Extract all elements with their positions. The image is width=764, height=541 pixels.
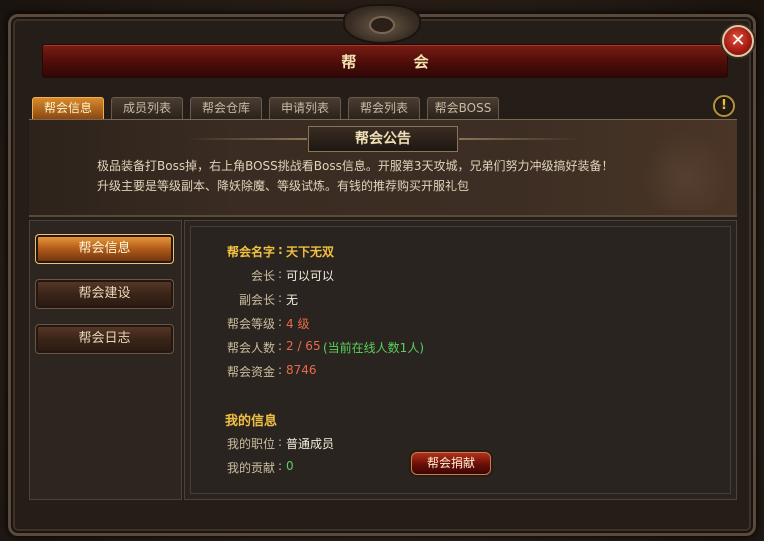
tab-guild-boss[interactable]: 帮会BOSS [427,97,499,119]
guild-members-label: 帮会人数 [226,341,275,355]
window-title: 帮 会 [341,53,455,71]
my-position-value: 普通成员 [286,437,335,451]
announcement-header: 帮会公告 [187,126,458,152]
demon-crest-ornament [343,4,421,44]
castle-decoration [641,130,731,210]
guild-level-label: 帮会等级 [226,317,275,331]
leader-label: 会长 [250,269,275,283]
tab-guild-info[interactable]: 帮会信息 [32,97,104,119]
tab-member-list[interactable]: 成员列表 [111,97,183,119]
announcement-line: 升级主要是等级副本、降妖除魔、等级试炼。有钱的推荐购买开服礼包 [97,179,470,193]
leader-value: 可以可以 [286,269,335,283]
guild-members-value: 2 / 65 [286,339,321,353]
tab-application-list[interactable]: 申请列表 [269,97,341,119]
title-bar: 帮 会 [42,44,728,78]
exclamation-icon[interactable]: ! [713,95,735,117]
sidebar-item-guild-info[interactable]: 帮会信息 [35,234,174,264]
guild-name-value: 天下无双 [286,245,335,259]
announcement-line: 极品装备打Boss掉，右上角BOSS挑战看Boss信息。开服第3天攻城，兄弟们努… [97,159,614,173]
tab-guild-warehouse[interactable]: 帮会仓库 [190,97,262,119]
online-count: (当前在线人数1人) [323,341,424,355]
guild-funds-label: 帮会资金 [226,365,275,379]
my-contribution-label: 我的贡献 [226,461,275,475]
guild-level-value: 4 级 [286,317,310,331]
guild-name-label: 帮会名字 [226,245,275,259]
my-position-label: 我的职位 [226,437,275,451]
my-contribution-value: 0 [286,459,294,473]
vice-leader-label: 副会长 [238,293,275,307]
vice-leader-value: 无 [286,293,299,307]
close-icon: ✕ [730,30,746,51]
close-button[interactable]: ✕ [722,25,754,57]
sidebar: 帮会信息 帮会建设 帮会日志 [29,220,182,500]
my-info-title: 我的信息 [225,414,278,429]
tab-guild-list[interactable]: 帮会列表 [348,97,420,119]
guild-funds-value: 8746 [286,363,317,377]
sidebar-item-guild-construction[interactable]: 帮会建设 [35,279,174,309]
sidebar-item-guild-log[interactable]: 帮会日志 [35,324,174,354]
donate-button[interactable]: 帮会捐献 [411,452,491,475]
tab-bar: 帮会信息 成员列表 帮会仓库 申请列表 帮会列表 帮会BOSS [32,97,499,119]
